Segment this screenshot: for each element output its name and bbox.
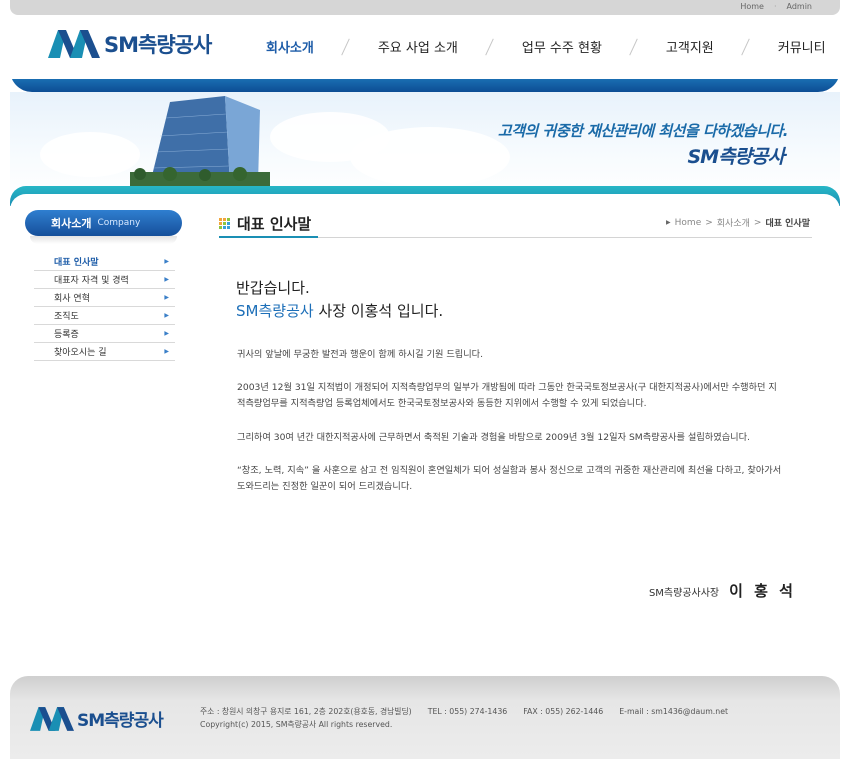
breadcrumb-separator: >: [753, 217, 762, 228]
arrow-right-icon: ▶: [164, 258, 169, 265]
nav-separator: [340, 38, 352, 56]
nav-item-orders[interactable]: 업무 수주 현황: [496, 37, 628, 56]
cloud-shape: [40, 132, 140, 177]
breadcrumb-home[interactable]: Home: [675, 218, 702, 228]
footer-fax: FAX : 055) 262-1446: [523, 707, 604, 716]
signature-name: 이 홍 석: [729, 582, 796, 600]
nav-separator: [484, 38, 496, 56]
site-footer: SM측량공사 주소 : 창원시 의창구 용지로 161, 2층 202호(용호동…: [10, 676, 840, 759]
sidebar-header: 회사소개 Company: [25, 210, 182, 236]
greeting-paragraph: 그리하여 30여 년간 대한지적공사에 근무하면서 축적된 기술과 경험을 바탕…: [237, 432, 750, 443]
footer-logo-text: SM측량공사: [77, 711, 164, 731]
signature: SM측량공사사장 이 홍 석: [649, 580, 796, 601]
office-building-image: [130, 96, 270, 186]
main-nav: 회사소개 주요 사업 소개 업무 수주 현황 고객지원 커뮤니티: [240, 37, 850, 56]
triangle-right-icon: ▶: [666, 219, 671, 226]
home-link[interactable]: Home: [740, 2, 764, 11]
sidebar-item-org-chart[interactable]: 조직도 ▶: [34, 307, 175, 325]
nav-separator: [628, 38, 640, 56]
sidebar-item-label: 대표자 자격 및 경력: [54, 276, 129, 286]
hero-slogan: 고객의 귀중한 재산관리에 최선을 다하겠습니다.: [497, 122, 789, 140]
greeting-company: SM측량공사: [236, 302, 314, 320]
greeting-paragraph: 2003년 12월 31일 지적법이 개정되어 지적측량업무의 일부가 개방됨에…: [237, 382, 777, 409]
footer-address: 주소 : 창원시 의창구 용지로 161, 2층 202호(용호동, 경남빌딩): [200, 707, 412, 716]
greeting-rest: 사장 이홍석 입니다.: [313, 302, 444, 320]
nav-separator: [740, 38, 752, 56]
page-title: 대표 인사말: [237, 215, 312, 233]
sidebar-item-history[interactable]: 회사 연혁 ▶: [34, 289, 175, 307]
title-underline: [219, 236, 318, 238]
hero-brand: SM측량공사: [687, 146, 785, 168]
footer-tel: TEL : 055) 274-1436: [427, 707, 508, 716]
nav-item-support[interactable]: 고객지원: [640, 37, 740, 56]
greeting-line-2: SM측량공사 사장 이홍석 입니다.: [236, 300, 443, 321]
greeting-line-1: 반갑습니다.: [236, 279, 310, 297]
breadcrumb-current: 대표 인사말: [765, 219, 810, 229]
sm-logo-icon: [48, 30, 100, 58]
sidebar-item-label: 회사 연혁: [54, 294, 90, 304]
sidebar-item-label: 찾아오시는 길: [54, 348, 107, 358]
sidebar-item-label: 대표 인사말: [54, 258, 99, 268]
site-header: SM측량공사 회사소개 주요 사업 소개 업무 수주 현황 고객지원 커뮤니티: [10, 15, 840, 79]
nav-item-community[interactable]: 커뮤니티: [752, 37, 850, 56]
dot-grid-icon: [219, 217, 231, 230]
footer-email: E-mail : sm1436@daum.net: [619, 707, 729, 716]
sidebar-menu: 대표 인사말 ▶ 대표자 자격 및 경력 ▶ 회사 연혁 ▶ 조직도 ▶ 등록증 ▶ 찾아…: [34, 253, 175, 361]
sidebar-title: 회사소개: [51, 217, 92, 230]
footer-logo: SM측량공사: [30, 706, 164, 731]
breadcrumb-separator: >: [705, 217, 713, 228]
sidebar-title-en: Company: [97, 218, 141, 228]
arrow-right-icon: ▶: [164, 330, 169, 337]
arrow-right-icon: ▶: [164, 348, 169, 355]
top-links: Home · Admin: [740, 2, 812, 11]
nav-item-business[interactable]: 주요 사업 소개: [352, 37, 484, 56]
sidebar-item-label: 등록증: [54, 330, 79, 340]
sidebar-item-registration[interactable]: 등록증 ▶: [34, 325, 175, 343]
signature-title: SM측량공사사장: [648, 588, 720, 599]
breadcrumb-section[interactable]: 회사소개: [717, 216, 750, 229]
sidebar-item-label: 조직도: [54, 312, 79, 322]
logo-text: SM측량공사: [104, 33, 212, 57]
top-link-separator: ·: [773, 2, 777, 11]
nav-item-company[interactable]: 회사소개: [240, 37, 340, 56]
footer-info: 주소 : 창원시 의창구 용지로 161, 2층 202호(용호동, 경남빌딩)…: [200, 705, 728, 731]
footer-copyright: Copyright(c) 2015, SM측량공사 All rights res…: [200, 720, 393, 729]
top-utility-bar: [10, 0, 840, 15]
sidebar-item-qualifications[interactable]: 대표자 자격 및 경력 ▶: [34, 271, 175, 289]
page-title-group: 대표 인사말: [219, 213, 311, 234]
sm-logo-icon: [30, 706, 74, 731]
hero-banner: 고객의 귀중한 재산관리에 최선을 다하겠습니다. SM측량공사: [10, 92, 840, 197]
cloud-shape: [350, 127, 510, 187]
sidebar-item-ceo-greeting[interactable]: 대표 인사말 ▶: [34, 253, 175, 271]
breadcrumb: ▶ Home > 회사소개 > 대표 인사말: [666, 216, 810, 230]
arrow-right-icon: ▶: [164, 294, 169, 301]
sidebar-header-shadow: [30, 236, 177, 244]
site-logo[interactable]: SM측량공사: [48, 29, 212, 59]
arrow-right-icon: ▶: [164, 276, 169, 283]
admin-link[interactable]: Admin: [787, 2, 813, 11]
greeting-paragraph: 귀사의 앞날에 무궁한 발전과 행운이 함께 하시길 기원 드립니다.: [237, 349, 484, 360]
arrow-right-icon: ▶: [164, 312, 169, 319]
greeting-paragraph: “창조, 노력, 지속” 을 사훈으로 삼고 전 임직원이 혼연일체가 되어 성…: [237, 465, 782, 492]
sidebar-item-directions[interactable]: 찾아오시는 길 ▶: [34, 343, 175, 361]
